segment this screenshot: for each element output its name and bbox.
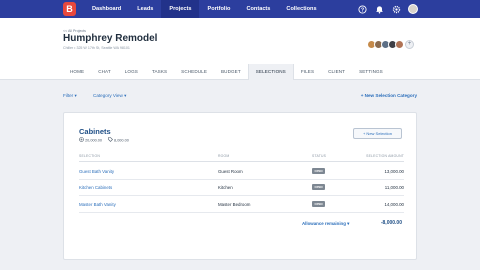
spent-value: 8,000.00 bbox=[114, 138, 129, 143]
category-view-dropdown[interactable]: Category View ▾ bbox=[93, 93, 126, 99]
team-avatars: + bbox=[367, 40, 414, 49]
help-icon[interactable]: ? bbox=[357, 4, 367, 14]
tab-schedule[interactable]: SCHEDULE bbox=[174, 64, 214, 80]
allowance-amount: 20,000.00 bbox=[79, 137, 102, 143]
settings-icon[interactable] bbox=[391, 4, 401, 14]
tab-budget[interactable]: BUDGET bbox=[214, 64, 248, 80]
category-card: Cabinets 20,000.00 8,000.00 + New Select… bbox=[63, 112, 417, 260]
add-member-button[interactable]: + bbox=[405, 40, 414, 49]
table-header: SELECTION ROOM STATUS SELECTION AMOUNT bbox=[79, 153, 404, 161]
avatar[interactable] bbox=[395, 40, 404, 49]
status-badge: OPEN bbox=[312, 201, 325, 207]
bell-icon[interactable] bbox=[374, 4, 384, 14]
table-row[interactable]: Kitchen Cabinets Kitchen OPEN 11,000.00 bbox=[79, 180, 404, 196]
new-selection-category-button[interactable]: + New Selection Category bbox=[361, 93, 417, 98]
status-badge: OPEN bbox=[312, 168, 325, 174]
amount-cell: 11,000.00 bbox=[384, 185, 404, 190]
selection-link[interactable]: Guest Bath Vanity bbox=[79, 169, 114, 174]
column-header-status[interactable]: STATUS bbox=[312, 154, 326, 158]
project-tabs: HOME CHAT LOGS TASKS SCHEDULE BUDGET SEL… bbox=[63, 64, 390, 80]
nav-collections[interactable]: Collections bbox=[278, 0, 324, 18]
page-title: Humphrey Remodel bbox=[63, 33, 158, 44]
logo-letter: B bbox=[66, 3, 73, 14]
room-cell: Guest Room bbox=[218, 169, 243, 174]
allowance-remaining-value: -8,000.00 bbox=[380, 220, 402, 226]
tab-selections[interactable]: SELECTIONS bbox=[247, 64, 294, 80]
nav-contacts[interactable]: Contacts bbox=[238, 0, 278, 18]
tab-tasks[interactable]: TASKS bbox=[145, 64, 174, 80]
column-header-room[interactable]: ROOM bbox=[218, 154, 229, 158]
tag-icon bbox=[108, 137, 113, 142]
room-cell: Master Bedroom bbox=[218, 202, 251, 207]
top-nav: B Dashboard Leads Projects Portfolio Con… bbox=[0, 0, 480, 18]
tab-client[interactable]: CLIENT bbox=[321, 64, 352, 80]
table-row[interactable]: Master Bath Vanity Master Bedroom OPEN 1… bbox=[79, 197, 404, 213]
status-badge: OPEN bbox=[312, 184, 325, 190]
filter-dropdown[interactable]: Filter ▾ bbox=[63, 93, 77, 99]
tab-files[interactable]: FILES bbox=[294, 64, 321, 80]
nav-icons: ? bbox=[357, 4, 418, 14]
category-title: Cabinets bbox=[79, 127, 111, 136]
filter-bar: Filter ▾ Category View ▾ + New Selection… bbox=[63, 93, 417, 103]
allowance-remaining-dropdown[interactable]: Allowance remaining ▾ bbox=[302, 221, 349, 227]
amount-cell: 13,000.00 bbox=[384, 169, 404, 174]
table-row[interactable]: Guest Bath Vanity Guest Room OPEN 13,000… bbox=[79, 164, 404, 180]
nav-portfolio[interactable]: Portfolio bbox=[199, 0, 238, 18]
app-logo[interactable]: B bbox=[63, 2, 76, 16]
nav-dashboard[interactable]: Dashboard bbox=[84, 0, 129, 18]
allowance-icon bbox=[79, 137, 84, 142]
avatar[interactable] bbox=[408, 4, 418, 14]
column-header-selection[interactable]: SELECTION bbox=[79, 154, 100, 158]
amount-cell: 14,000.00 bbox=[384, 202, 404, 207]
svg-text:?: ? bbox=[360, 7, 363, 13]
selection-link[interactable]: Kitchen Cabinets bbox=[79, 185, 112, 190]
nav-links: Dashboard Leads Projects Portfolio Conta… bbox=[84, 0, 325, 18]
project-header: << All Projects Humphrey Remodel Chiller… bbox=[0, 18, 480, 80]
tab-logs[interactable]: LOGS bbox=[118, 64, 145, 80]
tab-settings[interactable]: SETTINGS bbox=[352, 64, 390, 80]
nav-projects[interactable]: Projects bbox=[161, 0, 200, 18]
room-cell: Kitchen bbox=[218, 185, 233, 190]
nav-leads[interactable]: Leads bbox=[129, 0, 161, 18]
new-selection-button[interactable]: + New Selection bbox=[353, 128, 402, 139]
header-divider bbox=[79, 161, 404, 162]
category-amounts: 20,000.00 8,000.00 bbox=[79, 137, 129, 143]
tab-home[interactable]: HOME bbox=[63, 64, 91, 80]
allowance-value: 20,000.00 bbox=[85, 138, 102, 143]
selection-link[interactable]: Master Bath Vanity bbox=[79, 202, 116, 207]
tab-chat[interactable]: CHAT bbox=[91, 64, 118, 80]
column-header-amount[interactable]: SELECTION AMOUNT bbox=[366, 154, 404, 158]
spent-amount: 8,000.00 bbox=[108, 137, 129, 143]
project-subtitle: Chiller • 325 W 17th St, Seattle WA 9810… bbox=[63, 46, 130, 50]
